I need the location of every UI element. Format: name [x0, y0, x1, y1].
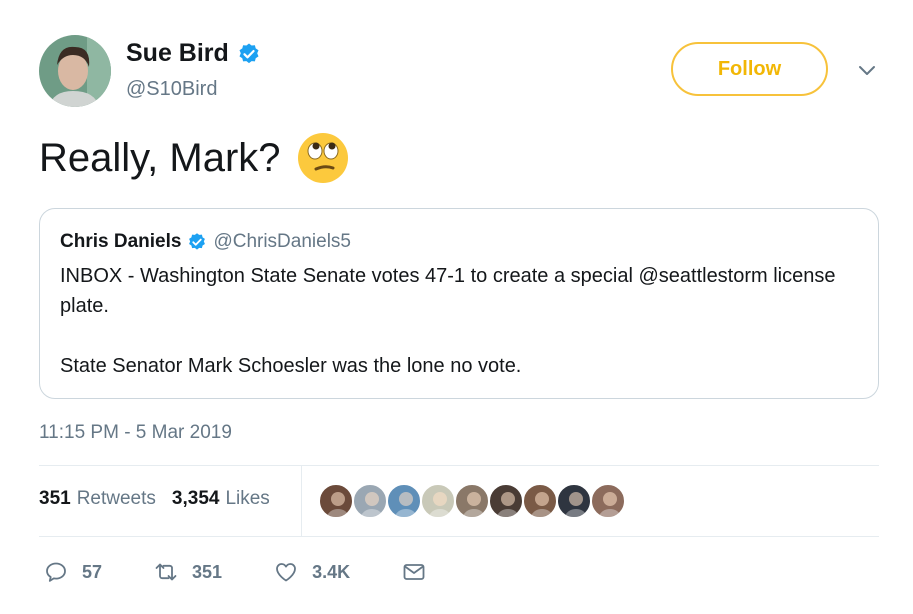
tweet-card: Sue Bird @S10Bird Follow Really, Mark? C…: [0, 0, 913, 614]
liker-avatar[interactable]: [352, 483, 388, 519]
retweet-count: 351: [192, 561, 223, 582]
retweets-label: Retweets: [76, 488, 156, 509]
liker-avatar[interactable]: [556, 483, 592, 519]
retweets-stat[interactable]: 351 Retweets: [39, 488, 156, 510]
verified-badge-icon: [189, 233, 206, 250]
liker-avatar[interactable]: [420, 483, 456, 519]
quoted-tweet-text: INBOX - Washington State Senate votes 47…: [60, 265, 836, 377]
liker-avatar[interactable]: [488, 483, 524, 519]
author-avatar[interactable]: [39, 35, 111, 107]
envelope-icon: [403, 564, 425, 580]
verified-badge-icon: [239, 43, 259, 63]
quoted-author-handle: @ChrisDaniels5: [213, 231, 351, 252]
quoted-tweet[interactable]: Chris Daniels @ChrisDaniels5 INBOX - Was…: [39, 208, 879, 399]
liker-avatar[interactable]: [386, 483, 422, 519]
rolling-eyes-emoji-icon: [297, 133, 348, 183]
author-handle[interactable]: @S10Bird: [126, 78, 217, 101]
follow-button[interactable]: Follow: [671, 42, 828, 96]
divider: [39, 536, 879, 537]
likes-stat[interactable]: 3,354 Likes: [172, 488, 270, 510]
tweet-actions: 57 351 3.4K: [44, 560, 492, 584]
liker-avatar[interactable]: [522, 483, 558, 519]
likes-count: 3,354: [171, 488, 220, 509]
retweet-icon: [155, 563, 177, 581]
reply-count: 57: [82, 561, 103, 582]
liker-avatar[interactable]: [590, 483, 626, 519]
liker-avatar[interactable]: [318, 483, 354, 519]
likes-label: Likes: [225, 488, 270, 509]
liker-avatars: [318, 483, 626, 519]
tweet-text: Really, Mark?: [39, 135, 281, 180]
like-button[interactable]: 3.4K: [274, 560, 350, 584]
tweet-text-row: Really, Mark?: [39, 132, 349, 184]
retweet-button[interactable]: 351: [154, 560, 222, 584]
heart-icon: [276, 563, 296, 582]
engagement-stats: 351 Retweets 3,354 Likes: [39, 488, 286, 510]
quoted-author-name: Chris Daniels: [60, 231, 182, 252]
divider: [39, 465, 879, 466]
chevron-down-icon[interactable]: [856, 60, 878, 82]
author-name[interactable]: Sue Bird: [126, 39, 229, 68]
reply-icon: [46, 562, 66, 582]
like-count: 3.4K: [312, 561, 351, 582]
quoted-tweet-header: Chris Daniels @ChrisDaniels5: [60, 229, 858, 255]
direct-message-button[interactable]: [402, 560, 440, 584]
liker-avatar[interactable]: [454, 483, 490, 519]
author-name-row: Sue Bird: [126, 39, 261, 68]
tweet-timestamp[interactable]: 11:15 PM - 5 Mar 2019: [39, 422, 232, 444]
retweets-count: 351: [39, 488, 71, 509]
reply-button[interactable]: 57: [44, 560, 102, 584]
stats-separator: [301, 466, 302, 536]
